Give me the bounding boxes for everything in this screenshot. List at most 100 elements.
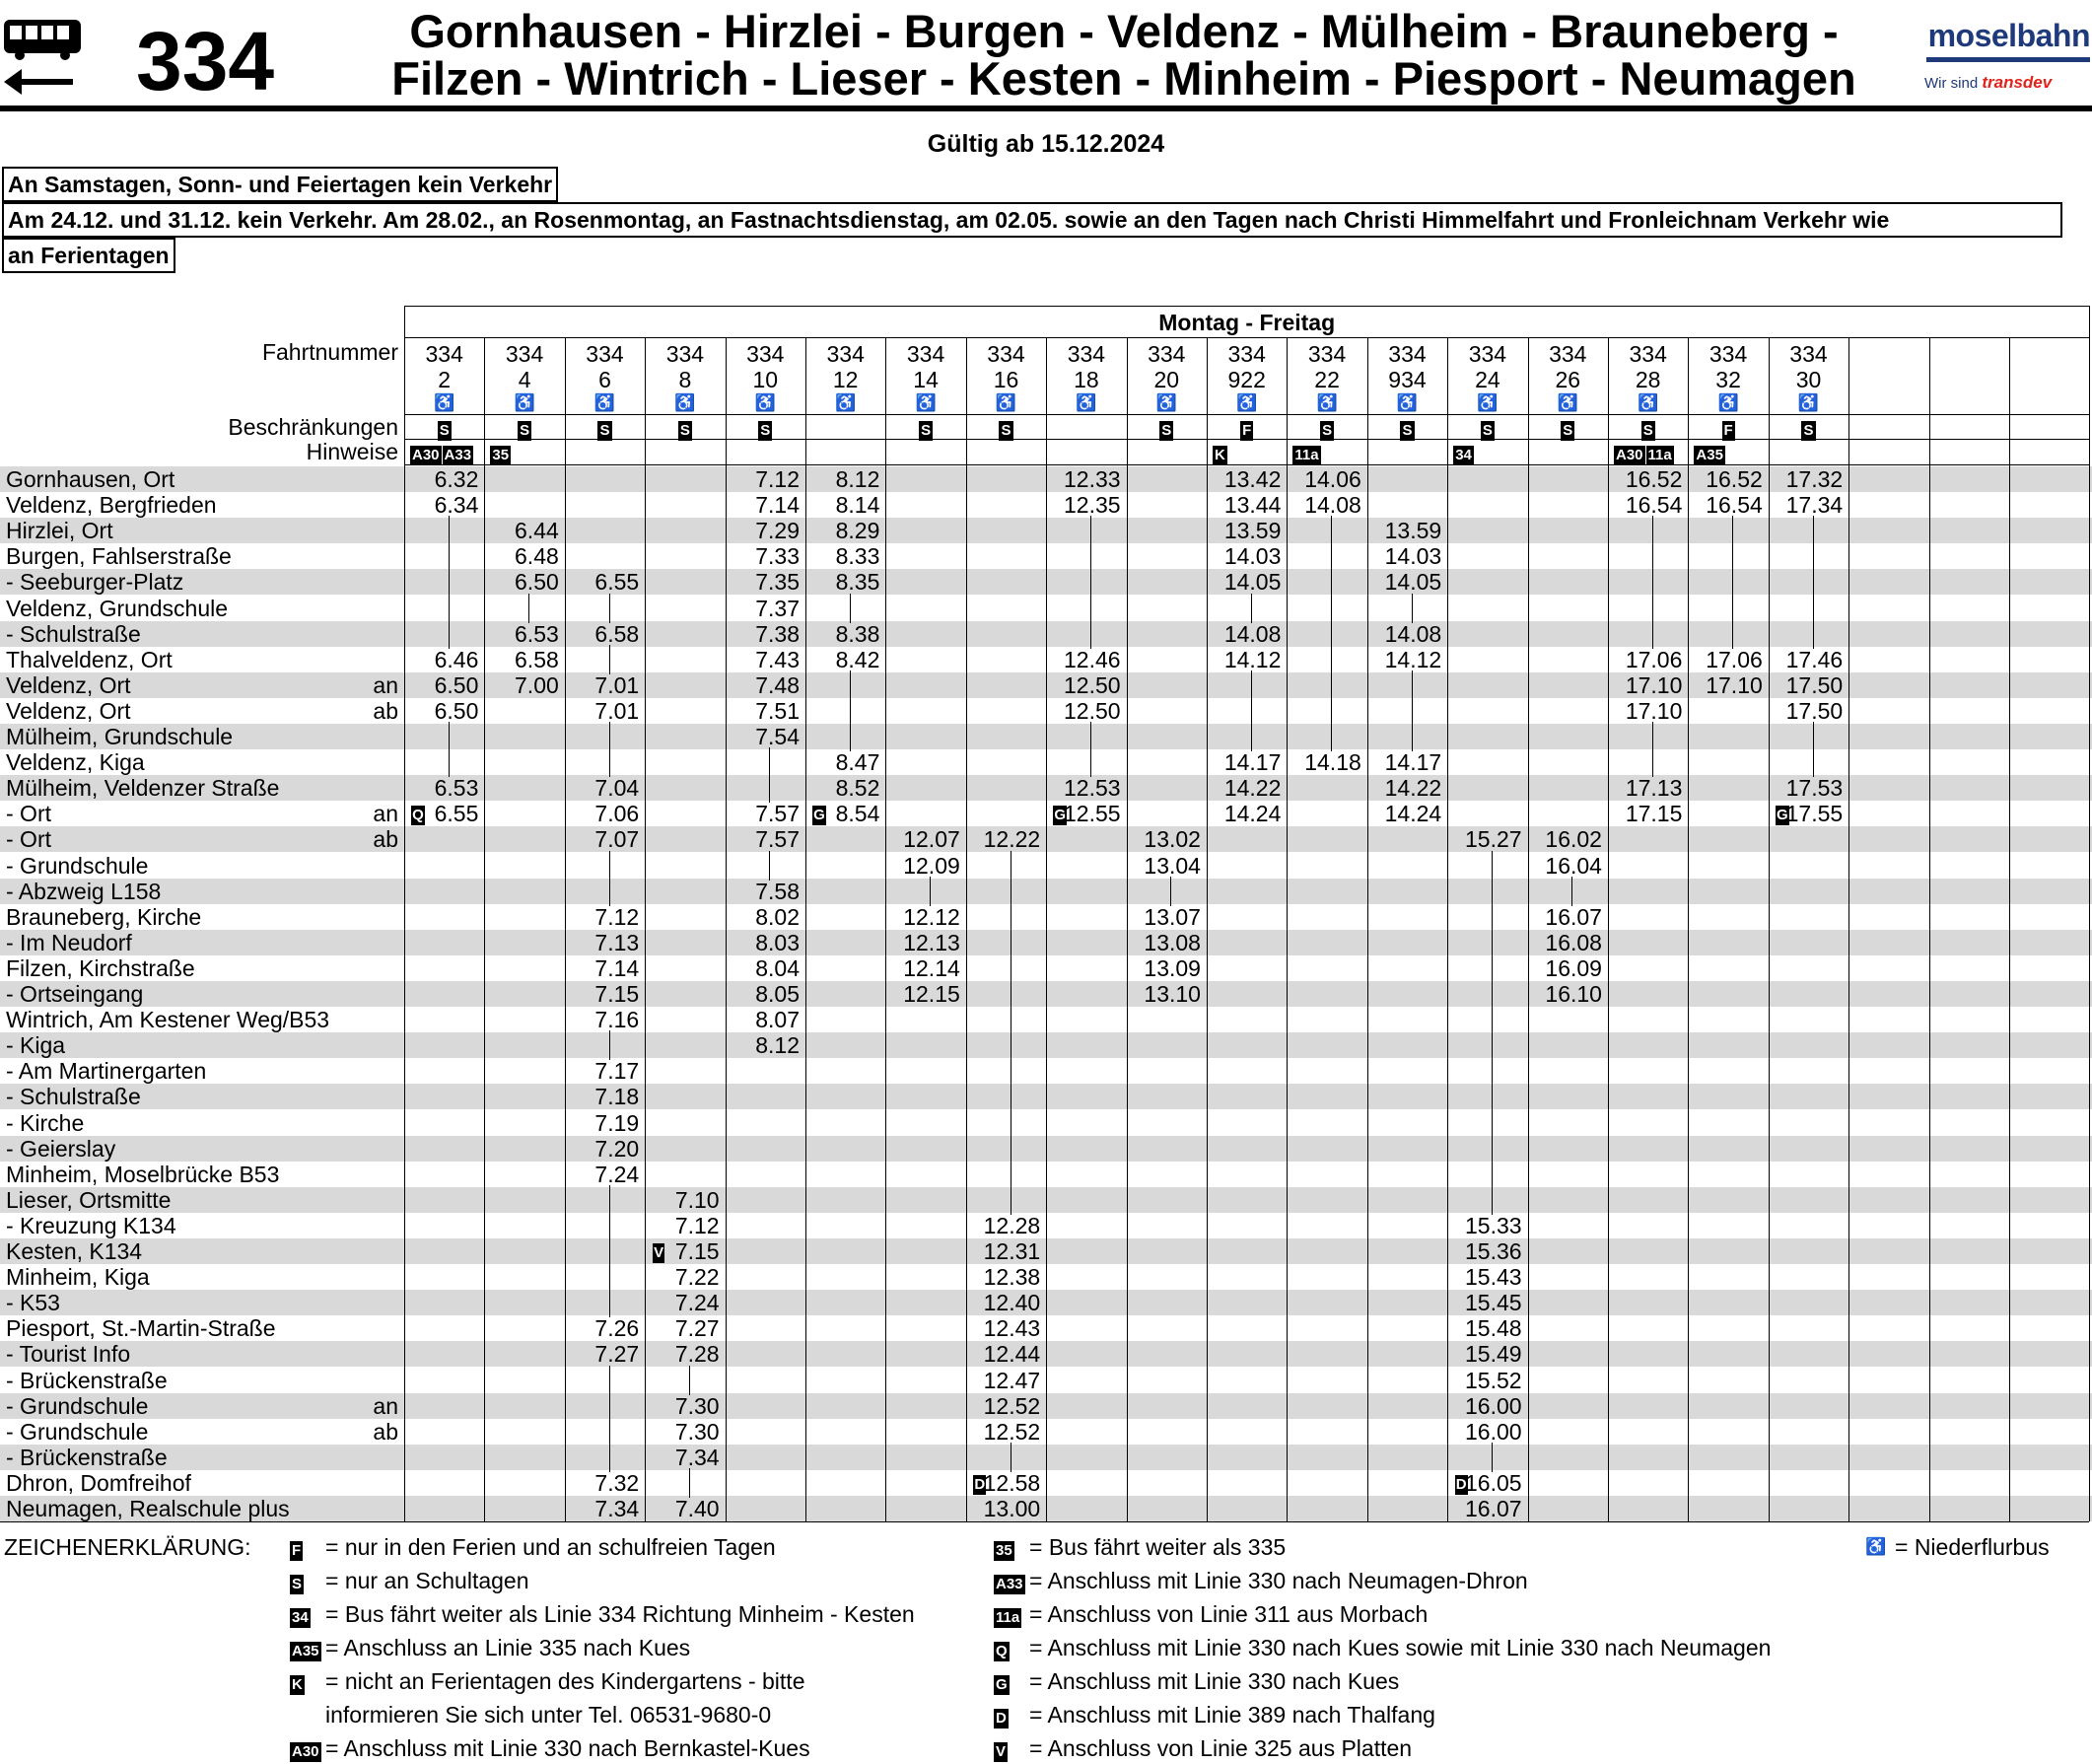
wheelchair-icon: ♿ (754, 393, 776, 412)
line-number-cell: 334 (826, 341, 865, 367)
legend-symbol-badge: F (290, 1540, 304, 1561)
departure-time: 17.06 (1625, 646, 1683, 672)
trip-number: 12 (832, 367, 859, 392)
legend-text: = Anschluss mit Linie 389 nach Thalfang (1029, 1702, 1435, 1728)
departure-time: 12.09 (903, 852, 960, 879)
legend-symbol-badge: K (290, 1674, 305, 1695)
departure-time: 14.24 (1384, 801, 1442, 827)
legend-symbol: A33 (994, 1569, 1025, 1596)
stop-arr-dep: an (373, 801, 398, 827)
note-holiday-service-cont: an Ferientagen (2, 238, 175, 273)
restriction-badge: S (1367, 416, 1447, 442)
departure-time: 7.14 (594, 954, 640, 981)
wheelchair-icon: ♿ (915, 393, 937, 412)
departure-time: 7.57 (755, 801, 800, 827)
line-number-cell: 334 (1307, 341, 1347, 367)
departure-time: 14.22 (1223, 775, 1282, 802)
departure-time: 12.47 (983, 1367, 1041, 1393)
stop-name: Minheim, Moselbrücke B53 (6, 1161, 280, 1187)
transdev-logo-icon: transdev (1982, 73, 2053, 92)
departure-time: 16.08 (1545, 929, 1602, 955)
legend-symbol: A30 (290, 1736, 321, 1764)
legend-symbol: 35 (994, 1535, 1014, 1563)
stop-name: - Brückenstraße (6, 1367, 168, 1393)
departure-time: 12.50 (1064, 697, 1121, 724)
trip-number: 30 (1795, 367, 1822, 392)
departure-time: 17.06 (1706, 646, 1763, 672)
hint-symbol: K (1213, 445, 1227, 465)
departure-time: 7.06 (594, 801, 640, 827)
legend-symbol: V (994, 1736, 1009, 1764)
stop-name: - Im Neudorf (6, 929, 132, 955)
stop-name: Gornhausen, Ort (6, 466, 175, 492)
restriction-badge: S (404, 416, 484, 442)
departure-time: 14.05 (1223, 569, 1282, 596)
stop-name: Veldenz, Ort (6, 671, 131, 698)
stop-name: Kesten, K134 (6, 1238, 143, 1264)
stop-name: - Kiga (6, 1032, 66, 1059)
grid-line (2089, 306, 2091, 1522)
connection-mark: G (1050, 801, 1070, 826)
grid-line (1366, 337, 1368, 1522)
departure-time: 7.12 (674, 1212, 720, 1238)
legend-symbol-badge: V (994, 1741, 1009, 1762)
stop-name: - Ort (6, 801, 51, 827)
stop-name: - Ort (6, 826, 51, 853)
departure-time: 16.54 (1706, 492, 1763, 519)
pass-through-line (1411, 670, 1413, 752)
departure-time: 15.49 (1465, 1341, 1522, 1368)
departure-time: 12.53 (1064, 775, 1121, 802)
wheelchair-icon: ♿ (514, 393, 535, 412)
pass-through-line (849, 670, 851, 752)
legend-symbol-badge: 11a (994, 1607, 1022, 1628)
stop-name: - Grundschule (6, 852, 149, 879)
departure-time: 14.03 (1384, 543, 1442, 570)
restriction-badge: S (1769, 416, 1848, 442)
pass-through-line (1411, 593, 1413, 623)
legend-text: informieren Sie sich unter Tel. 06531-96… (325, 1702, 772, 1728)
departure-time: 8.03 (755, 929, 800, 955)
connection-mark: D (970, 1470, 990, 1496)
stop-name: Veldenz, Grundschule (6, 595, 229, 621)
legend-symbol: 34 (290, 1602, 311, 1630)
line-number-cell: 334 (505, 341, 544, 367)
connection-symbol: G (812, 806, 826, 826)
departure-time: 12.44 (983, 1341, 1041, 1368)
pass-through-line (1571, 876, 1573, 906)
wheelchair-icon: ♿ (1557, 393, 1578, 412)
grid-line (404, 306, 2090, 307)
legend-text: = Anschluss von Linie 325 aus Platten (1029, 1735, 1413, 1761)
hint-badges: A35 (1688, 441, 1774, 466)
hint-symbol: 34 (1453, 445, 1474, 465)
restriction-symbol: S (1640, 420, 1655, 441)
legend-symbol-badge: A30 (290, 1741, 321, 1762)
wheelchair-icon: ♿ (995, 393, 1017, 412)
departure-time: 7.07 (594, 826, 640, 853)
legend-symbol-badge: S (290, 1574, 305, 1594)
departure-time: 7.24 (674, 1290, 720, 1316)
restriction-badge: F (1207, 416, 1287, 442)
departure-time: 17.10 (1625, 671, 1683, 698)
logo-main-text: moselbahn (1927, 18, 2091, 53)
pass-through-line (1250, 593, 1252, 623)
departure-time: 8.42 (835, 646, 880, 672)
hint-symbol: A30 (1614, 445, 1645, 465)
label-fahrtnummer: Fahrtnummer (261, 339, 398, 365)
restriction-symbol: S (677, 420, 692, 441)
logo-bar (1926, 57, 2090, 62)
connection-mark: D (1451, 1470, 1471, 1496)
stop-name: Minheim, Kiga (6, 1264, 150, 1291)
trip-number: 4 (518, 367, 531, 392)
pass-through-line (1732, 516, 1734, 649)
departure-time: 17.53 (1785, 775, 1844, 802)
stop-arr-dep: ab (373, 697, 398, 724)
bus-arrow-left-icon (4, 20, 81, 95)
departure-time: 7.30 (674, 1392, 720, 1419)
departure-time: 7.30 (674, 1418, 720, 1445)
departure-time: 6.55 (594, 569, 640, 596)
route-title: Gornhausen - Hirzlei - Burgen - Veldenz … (355, 8, 1893, 103)
departure-time: 7.17 (594, 1058, 640, 1085)
departure-time: 12.07 (903, 826, 960, 853)
wheelchair-icon: ♿ (1076, 393, 1097, 412)
pass-through-line (1089, 516, 1091, 649)
